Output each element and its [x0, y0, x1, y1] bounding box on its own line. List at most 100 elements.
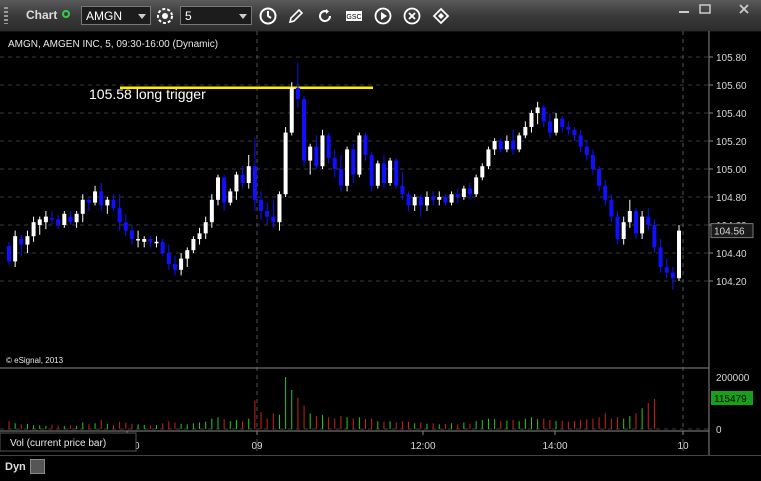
candle [351, 143, 356, 183]
gear-icon[interactable] [155, 6, 175, 26]
candle-body [154, 241, 159, 244]
candle [627, 199, 632, 228]
candle-body [369, 155, 374, 186]
maximize-button[interactable] [697, 2, 713, 14]
candle [123, 213, 128, 237]
candle [541, 104, 546, 127]
candle [369, 152, 374, 192]
candle-body [252, 166, 257, 200]
candle [222, 174, 227, 211]
candle-body [13, 236, 18, 262]
diamond-tool-icon[interactable] [431, 6, 451, 26]
time-tick-label: 09 [251, 441, 263, 452]
candle [670, 267, 675, 290]
candle [314, 135, 319, 169]
refresh-icon[interactable] [315, 6, 335, 26]
time-tick-label: 12:00 [410, 441, 435, 452]
candle [154, 236, 159, 248]
candle [50, 211, 55, 225]
candle-body [627, 211, 632, 223]
candle-body [511, 141, 516, 150]
candle-body [179, 258, 184, 270]
candle [215, 174, 220, 206]
lock-icon[interactable] [30, 459, 45, 474]
candle [535, 101, 540, 125]
minimize-button[interactable] [676, 2, 692, 14]
interval-input[interactable]: 5 [180, 6, 252, 25]
candle-body [658, 247, 663, 267]
chevron-down-icon[interactable] [239, 14, 247, 19]
candle-body [326, 135, 331, 158]
chevron-down-icon[interactable] [138, 14, 146, 19]
candle-body [314, 146, 319, 167]
candle-body [597, 169, 602, 186]
candle [68, 211, 73, 225]
candle-body [523, 127, 528, 136]
candle [43, 211, 48, 230]
candle-body [664, 267, 669, 273]
close-button[interactable] [736, 2, 752, 14]
candle [166, 244, 171, 270]
volume-tick-label: 200000 [716, 373, 750, 384]
toolbar-grip[interactable] [4, 7, 8, 24]
clock-icon[interactable] [258, 6, 278, 26]
candle [468, 183, 473, 200]
candle [492, 138, 497, 155]
candle-body [431, 197, 436, 200]
candle-body [652, 225, 657, 248]
window-title: Chart [26, 8, 58, 22]
chart-toolbar: Chart AMGN 5 GSC [0, 0, 761, 32]
candle-body [455, 194, 460, 197]
symbol-input[interactable]: AMGN [81, 6, 151, 25]
candle [332, 149, 337, 178]
candle [265, 202, 270, 225]
candle [86, 197, 91, 211]
price-chart[interactable]: AMGN, AMGEN INC, 5, 09:30-16:00 (Dynamic… [0, 31, 761, 455]
candle [357, 132, 362, 178]
candle-body [375, 163, 380, 186]
candle-body [504, 141, 509, 150]
candle [259, 191, 264, 220]
candle [449, 191, 454, 206]
candle [597, 166, 602, 192]
connection-status-icon [62, 10, 70, 18]
symbol-value: AMGN [86, 9, 122, 23]
candle-body [234, 174, 239, 192]
price-tick-label: 105.80 [716, 53, 747, 64]
pencil-icon[interactable] [286, 6, 306, 26]
candle [554, 113, 559, 136]
candle [338, 155, 343, 192]
candle-body [492, 141, 497, 150]
candle-body [640, 216, 645, 234]
candle-body [246, 166, 251, 183]
price-axis: 105.80 105.60 105.40 105.20 105.00 104.80 104.… [709, 53, 747, 288]
candle-body [259, 199, 264, 211]
candle [302, 96, 307, 167]
candle-body [517, 135, 522, 150]
play-icon[interactable] [373, 6, 393, 26]
candle-body [443, 197, 448, 203]
candle-body [191, 239, 196, 251]
candle [615, 211, 620, 245]
candle [271, 199, 276, 228]
candle [252, 138, 257, 211]
candle [400, 171, 405, 200]
candle-body [222, 177, 227, 203]
candle [191, 236, 196, 253]
candle [105, 197, 110, 214]
close-circle-icon[interactable] [402, 6, 422, 26]
candle [129, 225, 134, 245]
candle-body [111, 199, 116, 209]
candle-body [609, 199, 614, 217]
candle [99, 183, 104, 211]
candle-body [105, 199, 110, 206]
candle [228, 188, 233, 206]
candle-body [338, 169, 343, 186]
candle-body [363, 135, 368, 155]
candle [603, 180, 608, 206]
candle-body [345, 149, 350, 186]
gsc-icon[interactable]: GSC [344, 6, 364, 26]
candle-body [486, 149, 491, 167]
candle [345, 146, 350, 192]
candle-body [209, 199, 214, 223]
